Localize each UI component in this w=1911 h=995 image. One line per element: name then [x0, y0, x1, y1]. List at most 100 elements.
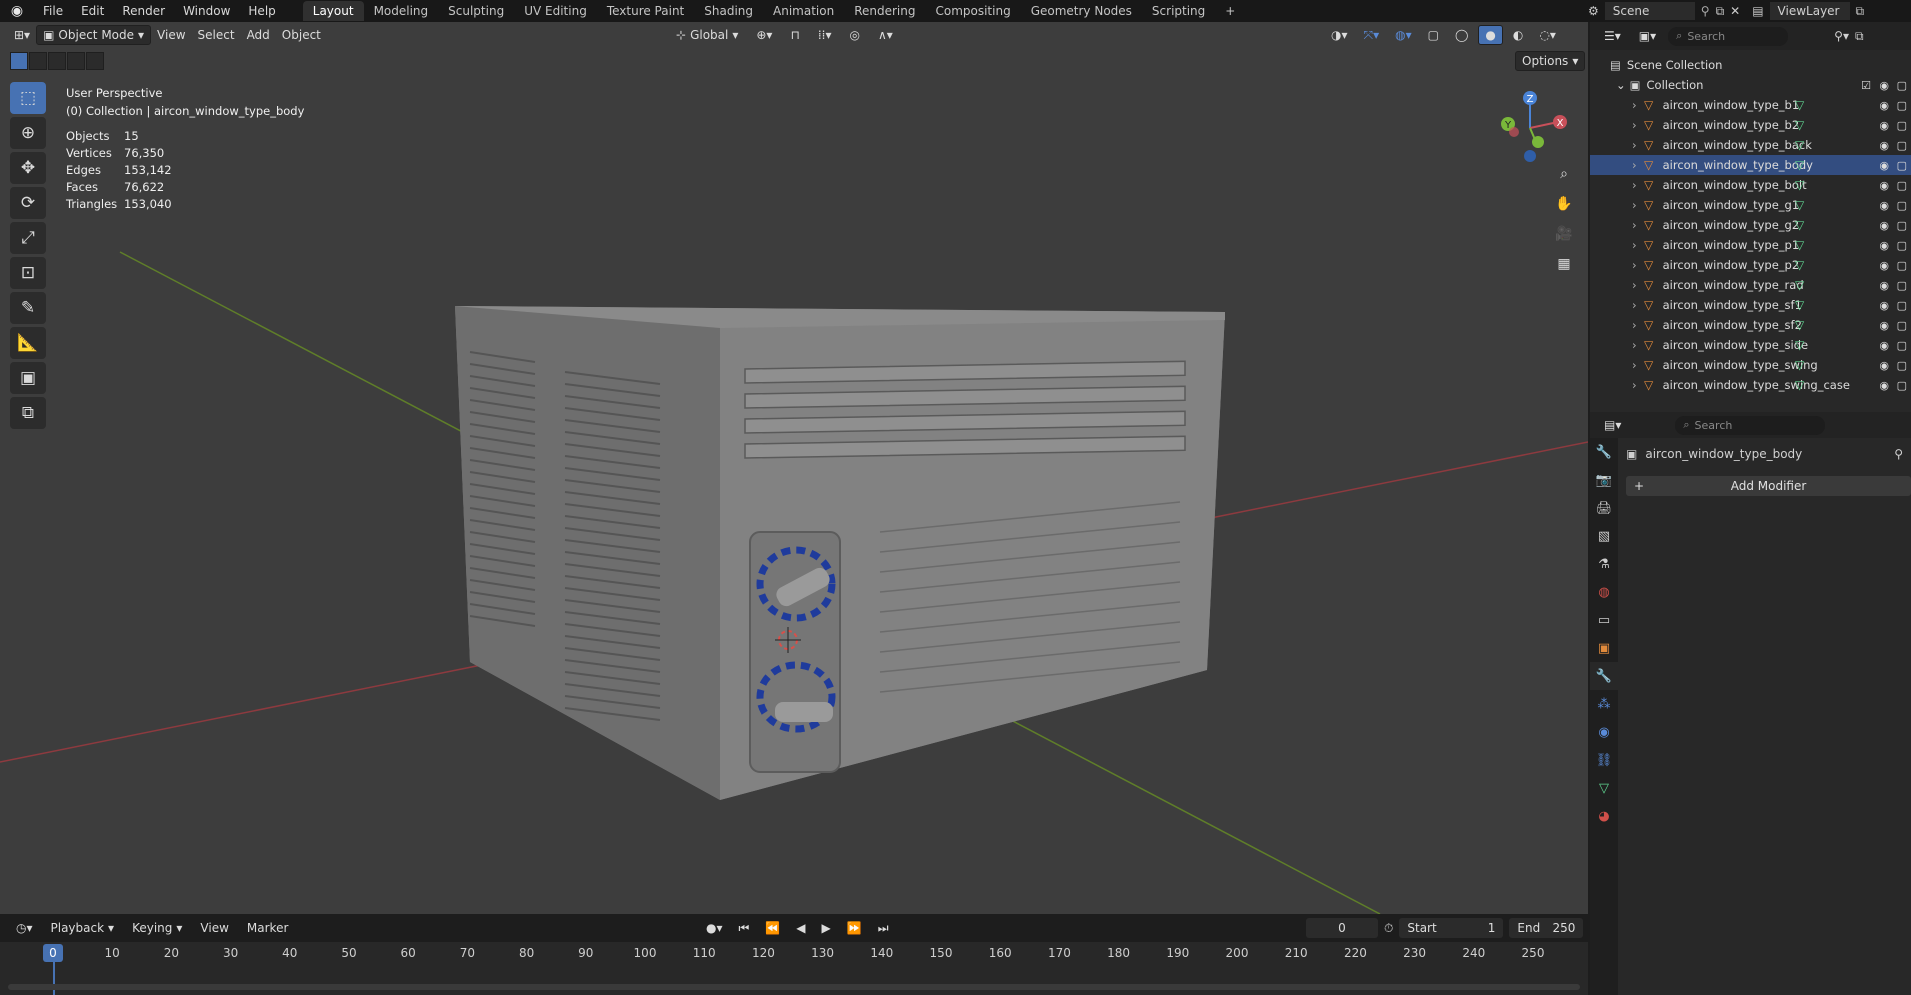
menu-edit[interactable]: Edit — [72, 4, 113, 18]
proportional-edit-icon[interactable]: ◎ — [843, 25, 865, 45]
expand-chevron-icon[interactable]: › — [1632, 98, 1637, 112]
new-scene-icon[interactable]: ⧉ — [1716, 4, 1725, 19]
data-tab-icon[interactable]: ▽ — [1590, 774, 1618, 802]
expand-chevron-icon[interactable]: › — [1632, 158, 1637, 172]
mesh-data-icon[interactable]: ▽ — [1795, 278, 1804, 292]
add-workspace-icon[interactable]: + — [1215, 1, 1245, 21]
start-frame-field[interactable]: Start 1 — [1399, 918, 1504, 938]
camera-view-icon[interactable]: 🎥 — [1552, 222, 1576, 246]
next-keyframe-icon[interactable]: ⏩ — [841, 918, 868, 938]
editor-type-icon[interactable]: ⊞▾ — [8, 25, 36, 45]
camera-icon[interactable]: ▢ — [1897, 219, 1907, 232]
expand-chevron-icon[interactable]: › — [1632, 198, 1637, 212]
expand-chevron-icon[interactable]: › — [1632, 258, 1637, 272]
select-subtract-icon[interactable] — [48, 52, 66, 70]
physics-tab-icon[interactable]: ◉ — [1590, 718, 1618, 746]
scene-collection-row[interactable]: ▤ Scene Collection — [1590, 55, 1911, 75]
tab-shading[interactable]: Shading — [694, 1, 763, 21]
timeline-ruler[interactable]: 0 10 20 30 40 50 60 70 80 90 100 110 120 130 140 150 160… — [0, 942, 1588, 995]
mesh-data-icon[interactable]: ▽ — [1795, 178, 1804, 192]
preview-range-icon[interactable]: ⏱ — [1384, 921, 1393, 936]
eye-icon[interactable]: ◉ — [1879, 339, 1889, 352]
expand-chevron-icon[interactable]: › — [1632, 178, 1637, 192]
camera-icon[interactable]: ▢ — [1897, 139, 1907, 152]
mesh-data-icon[interactable]: ▽ — [1795, 298, 1804, 312]
auto-keying-icon[interactable]: ●▾ — [700, 918, 729, 938]
scene-selector[interactable]: Scene — [1604, 2, 1695, 20]
mesh-data-icon[interactable]: ▽ — [1795, 198, 1804, 212]
scale-tool-icon[interactable]: ⤢ — [10, 222, 46, 254]
options-dropdown[interactable]: Options ▾ — [1515, 51, 1586, 71]
play-reverse-icon[interactable]: ◀ — [790, 918, 811, 938]
camera-icon[interactable]: ▢ — [1897, 379, 1907, 392]
overlay-toggle-icon[interactable]: ◍▾ — [1389, 25, 1418, 45]
wireframe-shading-icon[interactable]: ◯ — [1449, 25, 1474, 45]
move-tool-icon[interactable]: ✥ — [10, 152, 46, 184]
navigation-gizmo[interactable]: Z Y X — [1490, 84, 1570, 164]
tab-texture-paint[interactable]: Texture Paint — [597, 1, 694, 21]
prev-keyframe-icon[interactable]: ⏪ — [759, 918, 786, 938]
select-box-tool-icon[interactable]: ⬚ — [10, 82, 46, 114]
viewlayer-selector[interactable]: ViewLayer — [1769, 2, 1850, 20]
pan-hand-icon[interactable]: ✋ — [1552, 192, 1576, 216]
expand-chevron-icon[interactable]: › — [1632, 298, 1637, 312]
select-extend-icon[interactable] — [29, 52, 47, 70]
expand-chevron-icon[interactable]: › — [1632, 118, 1637, 132]
eye-icon[interactable]: ◉ — [1879, 119, 1889, 132]
timeline-scrollbar[interactable] — [8, 984, 1580, 990]
properties-editor-icon[interactable]: ▤▾ — [1598, 415, 1627, 435]
end-frame-field[interactable]: End 250 — [1509, 918, 1584, 938]
tab-animation[interactable]: Animation — [763, 1, 844, 21]
eye-icon[interactable]: ◉ — [1879, 319, 1889, 332]
camera-icon[interactable]: ▢ — [1897, 159, 1907, 172]
eye-icon[interactable]: ◉ — [1879, 299, 1889, 312]
render-tab-icon[interactable]: 📷 — [1590, 466, 1618, 494]
world-tab-icon[interactable]: ◍ — [1590, 578, 1618, 606]
transform-tool-icon[interactable]: ⊡ — [10, 257, 46, 289]
expand-chevron-icon[interactable]: › — [1632, 218, 1637, 232]
select-intersect-icon[interactable] — [86, 52, 104, 70]
frame-cursor[interactable]: 0 — [43, 944, 63, 962]
expand-chevron-icon[interactable]: › — [1632, 378, 1637, 392]
outliner-object-row[interactable]: › ▽ aircon_window_type_swing_case ▽ ◉ ▢ — [1590, 375, 1911, 395]
jump-end-icon[interactable]: ⏭ — [872, 918, 895, 938]
camera-icon[interactable]: ▢ — [1897, 79, 1907, 92]
tab-scripting[interactable]: Scripting — [1142, 1, 1215, 21]
pivot-icon[interactable]: ⊕▾ — [750, 25, 778, 45]
outliner-object-row[interactable]: › ▽ aircon_window_type_rad ▽ ◉ ▢ — [1590, 275, 1911, 295]
outliner-object-row[interactable]: › ▽ aircon_window_type_g2 ▽ ◉ ▢ — [1590, 215, 1911, 235]
outliner-editor-icon[interactable]: ☰▾ — [1598, 26, 1627, 46]
camera-icon[interactable]: ▢ — [1897, 239, 1907, 252]
menu-view[interactable]: View — [151, 25, 191, 45]
collapse-chevron-icon[interactable]: ⌄ — [1616, 78, 1626, 92]
outliner-object-row[interactable]: › ▽ aircon_window_type_p2 ▽ ◉ ▢ — [1590, 255, 1911, 275]
add-modifier-button[interactable]: + Add Modifier — [1626, 476, 1911, 496]
menu-object[interactable]: Object — [276, 25, 327, 45]
outliner-object-row[interactable]: › ▽ aircon_window_type_body ▽ ◉ ▢ — [1590, 155, 1911, 175]
camera-icon[interactable]: ▢ — [1897, 299, 1907, 312]
mesh-data-icon[interactable]: ▽ — [1795, 238, 1804, 252]
tab-compositing[interactable]: Compositing — [925, 1, 1020, 21]
outliner-object-row[interactable]: › ▽ aircon_window_type_back ▽ ◉ ▢ — [1590, 135, 1911, 155]
output-tab-icon[interactable]: 🖨 — [1590, 494, 1618, 522]
menu-window[interactable]: Window — [174, 4, 239, 18]
outliner-object-row[interactable]: › ▽ aircon_window_type_g1 ▽ ◉ ▢ — [1590, 195, 1911, 215]
eye-icon[interactable]: ◉ — [1879, 199, 1889, 212]
mesh-data-icon[interactable]: ▽ — [1795, 218, 1804, 232]
eye-icon[interactable]: ◉ — [1879, 219, 1889, 232]
falloff-icon[interactable]: ∧▾ — [872, 25, 899, 45]
solid-shading-icon[interactable]: ● — [1478, 25, 1503, 45]
expand-chevron-icon[interactable]: › — [1632, 278, 1637, 292]
material-shading-icon[interactable]: ◐ — [1507, 25, 1529, 45]
camera-icon[interactable]: ▢ — [1897, 199, 1907, 212]
object-tab-icon[interactable]: ▣ — [1590, 634, 1618, 662]
expand-chevron-icon[interactable]: › — [1632, 358, 1637, 372]
menu-render[interactable]: Render — [113, 4, 174, 18]
scene-icon[interactable]: ⚙ — [1588, 4, 1599, 18]
outliner-object-row[interactable]: › ▽ aircon_window_type_bolt ▽ ◉ ▢ — [1590, 175, 1911, 195]
menu-marker[interactable]: Marker — [241, 918, 294, 938]
outliner-object-row[interactable]: › ▽ aircon_window_type_b2 ▽ ◉ ▢ — [1590, 115, 1911, 135]
eye-icon[interactable]: ◉ — [1879, 379, 1889, 392]
snap-icon[interactable]: ⊓ — [784, 25, 805, 45]
current-frame-field[interactable]: 0 — [1306, 918, 1378, 938]
